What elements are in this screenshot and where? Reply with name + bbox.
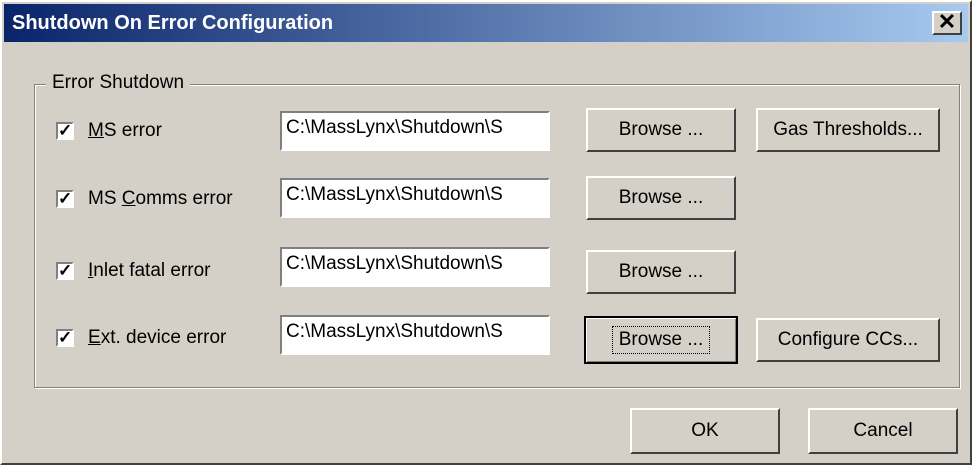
title-bar[interactable]: Shutdown On Error Configuration ✕ (4, 4, 968, 42)
inlet-fatal-error-label: Inlet fatal error (88, 260, 211, 281)
ok-button[interactable]: OK (630, 408, 780, 454)
gas-thresholds-button[interactable]: Gas Thresholds... (756, 108, 940, 152)
ms-comms-error-browse-button[interactable]: Browse ... (586, 176, 736, 220)
close-button[interactable]: ✕ (932, 11, 962, 35)
ms-comms-error-label: MS Comms error (88, 188, 233, 209)
close-icon: ✕ (937, 9, 957, 34)
check-icon: ✓ (58, 328, 73, 347)
ext-device-error-browse-button[interactable]: Browse ... (584, 316, 738, 364)
ms-comms-error-checkbox[interactable]: ✓ (56, 190, 74, 208)
ms-error-path-input[interactable]: C:\MassLynx\Shutdown\S (280, 111, 550, 151)
cancel-button[interactable]: Cancel (808, 408, 958, 454)
configure-ccs-button[interactable]: Configure CCs... (756, 318, 940, 362)
ms-comms-error-path-input[interactable]: C:\MassLynx\Shutdown\S (280, 178, 550, 218)
ext-device-error-label: Ext. device error (88, 327, 227, 348)
ext-device-error-checkbox[interactable]: ✓ (56, 329, 74, 347)
inlet-fatal-error-checkbox[interactable]: ✓ (56, 262, 74, 280)
check-icon: ✓ (58, 261, 73, 280)
ext-device-error-path-input[interactable]: C:\MassLynx\Shutdown\S (280, 315, 550, 355)
check-icon: ✓ (58, 189, 73, 208)
window-title: Shutdown On Error Configuration (12, 12, 334, 34)
inlet-fatal-error-browse-button[interactable]: Browse ... (586, 250, 736, 294)
ms-error-checkbox[interactable]: ✓ (56, 122, 74, 140)
inlet-fatal-error-path-input[interactable]: C:\MassLynx\Shutdown\S (280, 247, 550, 287)
ms-error-label: MS error (88, 120, 162, 141)
ms-error-browse-button[interactable]: Browse ... (586, 108, 736, 152)
check-icon: ✓ (58, 121, 73, 140)
group-label: Error Shutdown (46, 72, 191, 94)
